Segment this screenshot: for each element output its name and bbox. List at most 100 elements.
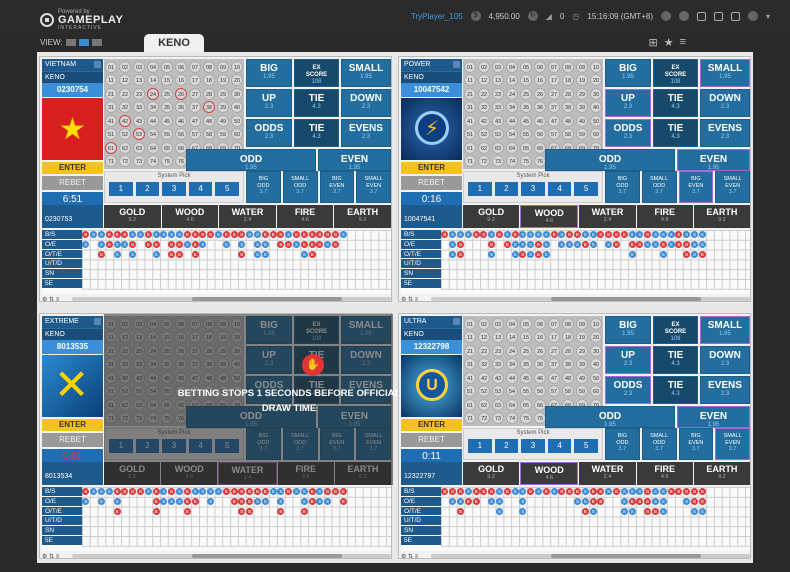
number-ball[interactable]: 72: [478, 155, 490, 167]
number-ball[interactable]: 74: [147, 155, 159, 167]
number-ball[interactable]: 25: [161, 87, 173, 100]
number-ball[interactable]: 16: [534, 331, 546, 343]
number-ball[interactable]: 40: [590, 358, 602, 370]
number-ball[interactable]: 03: [492, 60, 504, 73]
number-ball[interactable]: 34: [506, 358, 518, 370]
number-ball[interactable]: 38: [203, 101, 215, 113]
number-ball[interactable]: 21: [464, 344, 476, 357]
history-icon[interactable]: [696, 11, 706, 21]
combo-bet-button[interactable]: BIGODD3.7: [605, 171, 640, 203]
number-ball[interactable]: 19: [576, 331, 588, 343]
number-ball[interactable]: 43: [133, 114, 145, 127]
view-4-button[interactable]: [78, 39, 89, 46]
number-ball[interactable]: 06: [534, 317, 546, 330]
game-select[interactable]: KENO: [42, 71, 103, 83]
number-ball[interactable]: 35: [161, 101, 173, 113]
number-ball[interactable]: 29: [576, 87, 588, 100]
number-ball[interactable]: 64: [506, 398, 518, 411]
number-ball[interactable]: 13: [492, 74, 504, 86]
pick-5-button[interactable]: 5: [574, 182, 598, 196]
number-ball[interactable]: 50: [231, 114, 243, 127]
number-ball[interactable]: 60: [590, 385, 602, 397]
road-tools-icon[interactable]: ⚙ ⇅ ≡: [42, 553, 72, 560]
number-ball[interactable]: 62: [478, 398, 490, 411]
bet-evens-button[interactable]: EVENS2.3: [700, 376, 750, 404]
number-ball[interactable]: 07: [548, 60, 560, 73]
bet-down-button[interactable]: DOWN2.3: [341, 89, 391, 117]
number-ball[interactable]: 41: [105, 114, 117, 127]
pick-5-button[interactable]: 5: [574, 439, 598, 453]
road-label[interactable]: SN: [401, 526, 441, 536]
number-ball[interactable]: 36: [534, 101, 546, 113]
road-label[interactable]: O/T/E: [401, 506, 441, 517]
number-ball[interactable]: 04: [147, 60, 159, 73]
road-tools-icon[interactable]: ⚙ ⇅ ≡: [401, 296, 431, 303]
combo-bet-button[interactable]: BIGEVEN3.7: [678, 428, 714, 460]
lottery-name[interactable]: ULTRA: [401, 316, 462, 328]
number-ball[interactable]: 74: [506, 412, 518, 424]
bet-odd-button[interactable]: ODD1.95: [186, 149, 316, 171]
road-tools-icon[interactable]: ⚙ ⇅ ≡: [42, 296, 72, 303]
close-panel-icon[interactable]: [453, 318, 460, 325]
road-label[interactable]: B/S: [42, 487, 82, 497]
number-ball[interactable]: 06: [175, 60, 187, 73]
number-ball[interactable]: 73: [492, 155, 504, 167]
number-ball[interactable]: 58: [562, 385, 574, 397]
number-ball[interactable]: 11: [464, 331, 476, 343]
number-ball[interactable]: 58: [203, 128, 215, 140]
road-label[interactable]: 5E: [401, 535, 441, 546]
number-ball[interactable]: 10: [590, 60, 602, 73]
number-ball[interactable]: 56: [534, 385, 546, 397]
number-ball[interactable]: 52: [119, 128, 131, 140]
pick-1-button[interactable]: 1: [109, 182, 133, 196]
combo-bet-button[interactable]: SMALLEVEN3.7: [715, 171, 750, 203]
bet-up-button[interactable]: UP2.3: [246, 89, 292, 117]
rebet-button[interactable]: REBET: [401, 176, 462, 190]
number-ball[interactable]: 15: [520, 74, 532, 86]
number-ball[interactable]: 14: [506, 331, 518, 343]
road-label[interactable]: O/T/E: [42, 506, 82, 517]
number-ball[interactable]: 31: [464, 358, 476, 370]
bet-odds-button[interactable]: ODDS2.3: [246, 119, 292, 147]
number-ball[interactable]: 46: [534, 114, 546, 127]
pick-1-button[interactable]: 1: [468, 182, 492, 196]
bet-tie-button[interactable]: TIE4.3: [653, 376, 698, 404]
number-ball[interactable]: 31: [105, 101, 117, 113]
number-ball[interactable]: 36: [175, 101, 187, 113]
road-label[interactable]: SN: [42, 269, 82, 279]
number-ball[interactable]: 18: [562, 74, 574, 86]
number-ball[interactable]: 33: [492, 101, 504, 113]
element-earth-button[interactable]: EARTH9.2: [334, 205, 391, 228]
number-ball[interactable]: 71: [464, 412, 476, 424]
bet-down-button[interactable]: DOWN2.3: [700, 89, 750, 117]
refresh-icon[interactable]: ↻: [527, 11, 538, 21]
number-ball[interactable]: 12: [478, 331, 490, 343]
number-ball[interactable]: 05: [520, 60, 532, 73]
number-ball[interactable]: 72: [119, 155, 131, 167]
element-earth-button[interactable]: EARTH9.2: [693, 462, 751, 485]
number-ball[interactable]: 37: [548, 358, 560, 370]
number-ball[interactable]: 10: [590, 317, 602, 330]
number-ball[interactable]: 47: [548, 114, 560, 127]
number-ball[interactable]: 37: [189, 101, 201, 113]
road-label[interactable]: O/T/E: [42, 249, 82, 260]
road-label[interactable]: O/E: [401, 239, 441, 250]
number-ball[interactable]: 23: [492, 87, 504, 100]
number-ball[interactable]: 35: [520, 358, 532, 370]
road-label[interactable]: 5E: [401, 278, 441, 289]
bet-big-button[interactable]: BIG1.95: [605, 316, 651, 344]
bet-small-button[interactable]: SMALL1.95: [700, 59, 750, 87]
number-ball[interactable]: 08: [203, 60, 215, 73]
number-ball[interactable]: 62: [478, 141, 490, 154]
number-ball[interactable]: 17: [548, 74, 560, 86]
number-ball[interactable]: 32: [119, 101, 131, 113]
number-ball[interactable]: 51: [464, 385, 476, 397]
bet-ex-button[interactable]: EXSCORE108: [653, 316, 698, 344]
number-ball[interactable]: 55: [520, 128, 532, 140]
number-ball[interactable]: 21: [105, 87, 117, 100]
number-ball[interactable]: 44: [506, 114, 518, 127]
number-ball[interactable]: 40: [590, 101, 602, 113]
enter-button[interactable]: ENTER: [42, 162, 103, 174]
number-ball[interactable]: 20: [590, 74, 602, 86]
road-label[interactable]: SN: [401, 269, 441, 279]
